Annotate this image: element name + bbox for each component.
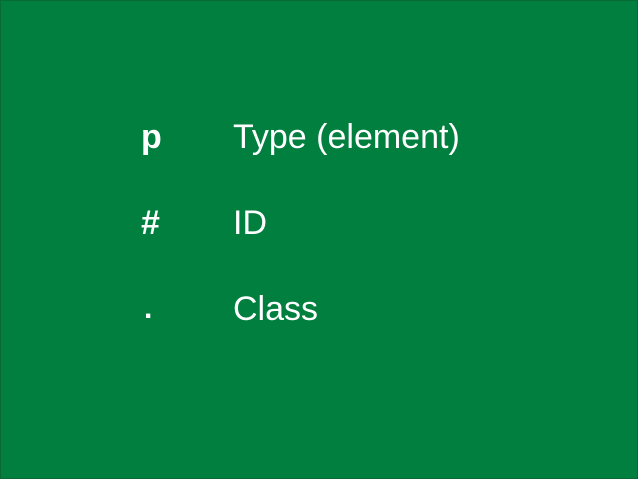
class-selector-label: Class [233,290,319,328]
selector-reference-slide: p Type (element) # ID . Class [0,0,638,479]
selector-row-type: p Type (element) [1,109,638,165]
type-selector-symbol: p [141,118,162,156]
id-selector-label: ID [233,204,267,242]
selector-row-class: . Class [1,281,638,337]
selector-row-id: # ID [1,195,638,251]
id-selector-symbol: # [141,204,160,242]
type-selector-label: Type (element) [233,118,460,156]
class-selector-symbol: . [144,292,153,325]
